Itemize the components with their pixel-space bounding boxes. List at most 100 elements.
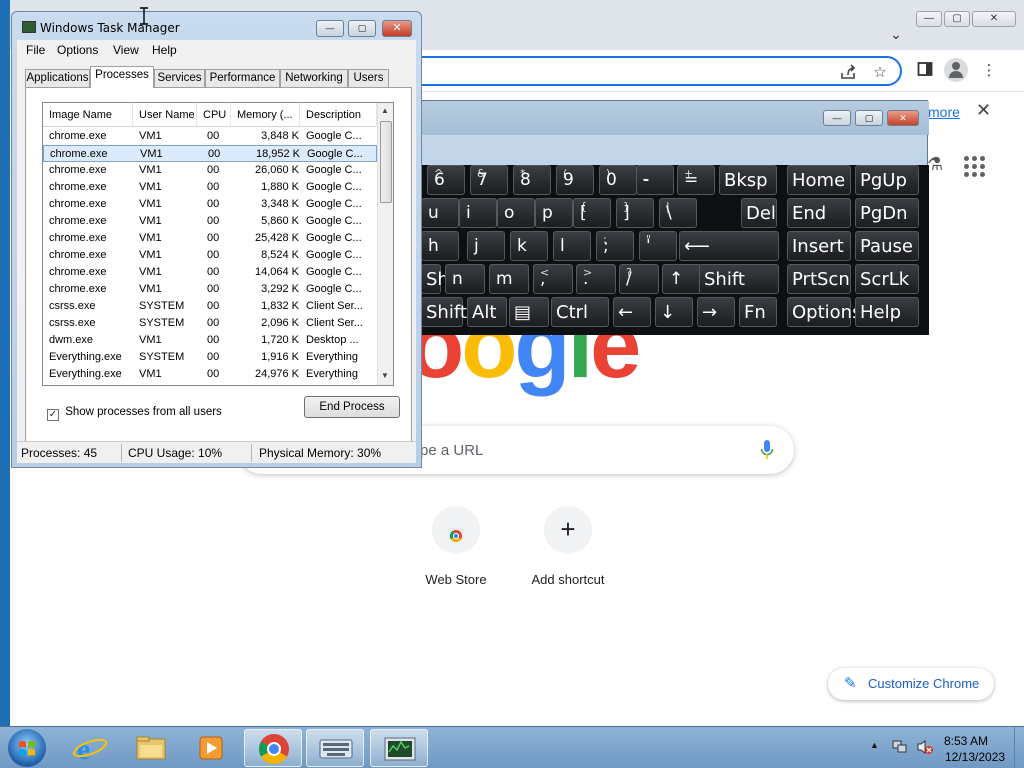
key-2[interactable]: Ctrl	[551, 297, 609, 327]
key-scrlk[interactable]: ScrLk	[855, 264, 919, 294]
infobar-close-icon[interactable]: ✕	[976, 100, 991, 121]
key-o[interactable]: o	[497, 198, 535, 228]
table-row[interactable]: chrome.exe VM1 00 3,848 K Google C...	[43, 128, 377, 145]
key-.[interactable]: >.	[576, 264, 616, 294]
tm-close-button[interactable]: ✕	[382, 20, 412, 37]
key-0[interactable]: Alt	[467, 297, 507, 327]
key-h[interactable]: h	[421, 231, 459, 261]
google-apps-grid-icon[interactable]	[964, 156, 986, 178]
table-row[interactable]: chrome.exe VM1 00 25,428 K Google C...	[43, 230, 377, 247]
scroll-down-arrow-icon[interactable]: ▼	[381, 371, 389, 380]
key-i[interactable]: i	[459, 198, 497, 228]
key-7[interactable]: & 7	[470, 165, 508, 195]
key-↑[interactable]: ↑	[662, 264, 702, 294]
key-j[interactable]: j	[467, 231, 505, 261]
key-shift[interactable]: Shift	[699, 264, 779, 294]
table-row[interactable]: chrome.exe VM1 00 5,860 K Google C...	[43, 213, 377, 230]
tab-applications[interactable]: Applications	[25, 69, 90, 87]
network-icon[interactable]	[892, 739, 908, 755]
end-process-button[interactable]: End Process	[304, 396, 400, 418]
table-row[interactable]: chrome.exe VM1 00 3,348 K Google C...	[43, 196, 377, 213]
process-list-scrollbar[interactable]: ▲ ▼	[377, 103, 393, 385]
key-4[interactable]: ↓	[655, 297, 693, 327]
key-left-edge[interactable]: Shift	[421, 297, 467, 327]
shortcut-web-store[interactable]: Web Store	[400, 506, 512, 596]
key-k[interactable]: k	[510, 231, 548, 261]
tm-minimize-button[interactable]: —	[316, 20, 344, 37]
tab-networking[interactable]: Networking	[280, 69, 348, 87]
show-desktop-button[interactable]	[1014, 727, 1024, 768]
menu-options[interactable]: Options	[57, 43, 98, 57]
show-hidden-icons-arrow[interactable]: ▲	[870, 740, 879, 750]
osk-restore-button[interactable]: ▢	[855, 110, 883, 126]
tm-restore-button[interactable]: ▢	[348, 20, 376, 37]
osk-minimize-button[interactable]: —	[823, 110, 851, 126]
table-row[interactable]: chrome.exe VM1 00 8,524 K Google C...	[43, 247, 377, 264]
key-pgdn[interactable]: PgDn	[855, 198, 919, 228]
key-5[interactable]: →	[697, 297, 735, 327]
media-player-icon[interactable]	[182, 729, 240, 767]
menu-file[interactable]: File	[26, 43, 45, 57]
chrome-restore-button[interactable]: ▢	[944, 11, 970, 27]
key-del[interactable]: Del	[741, 198, 777, 228]
share-icon[interactable]	[838, 63, 858, 81]
column-image-name[interactable]: Image Name ˆ	[43, 103, 133, 127]
clock-date[interactable]: 12/13/2023	[945, 750, 1005, 764]
table-row[interactable]: Everything.exe SYSTEM 00 1,916 K Everything	[43, 349, 377, 366]
column-user-name[interactable]: User Name	[133, 103, 197, 127]
table-row[interactable]: dwm.exe VM1 00 1,720 K Desktop ...	[43, 332, 377, 349]
table-row[interactable]: csrss.exe SYSTEM 00 1,832 K Client Ser...	[43, 298, 377, 315]
column-cpu[interactable]: CPU	[197, 103, 231, 127]
key-8[interactable]: Help	[855, 297, 919, 327]
task-manager-icon[interactable]	[370, 729, 428, 767]
key-6[interactable]: Fn	[739, 297, 777, 327]
key-][interactable]: }]	[616, 198, 654, 228]
key-n[interactable]: n	[445, 264, 485, 294]
key-3[interactable]: ←	[613, 297, 651, 327]
key-home[interactable]: Home	[787, 165, 851, 195]
key-7[interactable]: Options	[787, 297, 861, 327]
chrome-minimize-button[interactable]: —	[916, 11, 942, 27]
key-pause[interactable]: Pause	[855, 231, 919, 261]
key-u[interactable]: u	[421, 198, 459, 228]
key-m[interactable]: m	[489, 264, 529, 294]
tab-performance[interactable]: Performance	[205, 69, 280, 87]
table-row[interactable]: chrome.exe VM1 00 18,952 K Google C...	[43, 145, 377, 162]
key-p[interactable]: p	[535, 198, 573, 228]
menu-view[interactable]: View	[113, 43, 139, 57]
key-;[interactable]: :;	[596, 231, 634, 261]
volume-muted-icon[interactable]	[916, 739, 934, 755]
key-9[interactable]: (9	[556, 165, 594, 195]
key-/[interactable]: ? /	[619, 264, 659, 294]
table-row[interactable]: chrome.exe VM1 00 3,292 K Google C...	[43, 281, 377, 298]
key-8[interactable]: * 8	[513, 165, 551, 195]
learn-more-link[interactable]: more	[928, 104, 960, 120]
key-enter[interactable]: ⟵	[679, 231, 779, 261]
key-1[interactable]: ▤	[509, 297, 549, 327]
table-row[interactable]: chrome.exe VM1 00 1,880 K Google C...	[43, 179, 377, 196]
menu-kebab-icon[interactable]: ⋮	[978, 61, 1000, 81]
customize-chrome-button[interactable]: ✎ Customize Chrome	[828, 668, 994, 700]
side-panel-icon[interactable]	[914, 61, 936, 81]
shortcut-add[interactable]: + Add shortcut	[512, 506, 624, 596]
tab-users[interactable]: Users	[348, 69, 389, 87]
file-explorer-icon[interactable]	[122, 729, 180, 767]
key-,[interactable]: <,	[533, 264, 573, 294]
scroll-up-arrow-icon[interactable]: ▲	[381, 106, 389, 115]
chrome-icon[interactable]	[244, 729, 302, 767]
profile-avatar[interactable]	[944, 58, 968, 82]
scroll-thumb[interactable]	[380, 121, 392, 203]
key-prtscn[interactable]: PrtScn	[787, 264, 851, 294]
table-row[interactable]: Everything.exe VM1 00 24,976 K Everything	[43, 366, 377, 383]
show-all-processes-checkbox[interactable]: ✓ Show processes from all users	[47, 406, 222, 421]
key-insert[interactable]: Insert	[787, 231, 851, 261]
key-l[interactable]: l	[553, 231, 591, 261]
tab-services[interactable]: Services	[154, 69, 205, 87]
key-0[interactable]: ) 0	[599, 165, 637, 195]
table-row[interactable]: chrome.exe VM1 00 26,060 K Google C...	[43, 162, 377, 179]
key-\[interactable]: | \	[659, 198, 697, 228]
process-list[interactable]: Image Name ˆ User Name CPU Memory (... D…	[42, 102, 394, 386]
key-[[interactable]: {[	[573, 198, 611, 228]
key-end[interactable]: End	[787, 198, 851, 228]
menu-help[interactable]: Help	[152, 43, 177, 57]
